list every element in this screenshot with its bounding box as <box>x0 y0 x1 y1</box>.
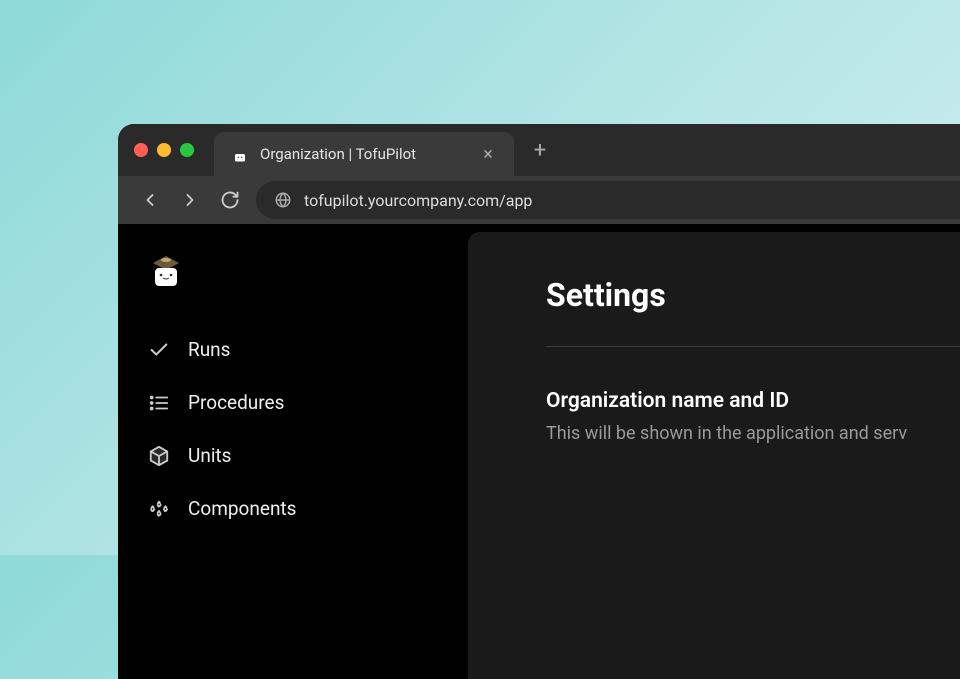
back-button[interactable] <box>136 186 164 214</box>
sidebar-item-procedures[interactable]: Procedures <box>148 383 468 422</box>
main-content: Settings Organization name and ID This w… <box>468 232 960 679</box>
browser-tab-strip: Organization | TofuPilot × + <box>118 124 960 176</box>
section-heading: Organization name and ID <box>546 389 960 413</box>
list-icon <box>148 392 170 414</box>
close-window-button[interactable] <box>134 143 148 157</box>
new-tab-button[interactable]: + <box>528 138 552 163</box>
tab-favicon-icon <box>230 144 250 164</box>
maximize-window-button[interactable] <box>180 143 194 157</box>
window-controls <box>134 143 194 157</box>
tab-title: Organization | TofuPilot <box>260 145 468 163</box>
sidebar-item-label: Runs <box>188 338 230 361</box>
app-content: Runs Procedures <box>118 224 960 679</box>
app-logo[interactable] <box>148 252 184 288</box>
minimize-window-button[interactable] <box>157 143 171 157</box>
sidebar-item-units[interactable]: Units <box>148 436 468 475</box>
forward-button[interactable] <box>176 186 204 214</box>
divider <box>546 346 960 347</box>
sidebar-item-label: Procedures <box>188 391 284 414</box>
close-tab-button[interactable]: × <box>478 144 498 165</box>
section-description: This will be shown in the application an… <box>546 423 960 444</box>
address-bar[interactable]: tofupilot.yourcompany.com/app <box>256 181 960 219</box>
components-icon <box>148 498 170 520</box>
page-title: Settings <box>546 276 960 314</box>
browser-toolbar: tofupilot.yourcompany.com/app <box>118 176 960 224</box>
browser-tab[interactable]: Organization | TofuPilot × <box>214 132 514 176</box>
sidebar-item-components[interactable]: Components <box>148 489 468 528</box>
sidebar-item-label: Components <box>188 497 296 520</box>
sidebar-item-runs[interactable]: Runs <box>148 330 468 369</box>
sidebar-item-label: Units <box>188 444 231 467</box>
cube-icon <box>148 445 170 467</box>
sidebar: Runs Procedures <box>118 224 468 679</box>
site-info-icon[interactable] <box>274 191 292 209</box>
check-icon <box>148 339 170 361</box>
sidebar-nav: Runs Procedures <box>148 330 468 528</box>
browser-window: Organization | TofuPilot × + <box>118 124 960 679</box>
reload-button[interactable] <box>216 186 244 214</box>
url-text: tofupilot.yourcompany.com/app <box>304 191 532 210</box>
